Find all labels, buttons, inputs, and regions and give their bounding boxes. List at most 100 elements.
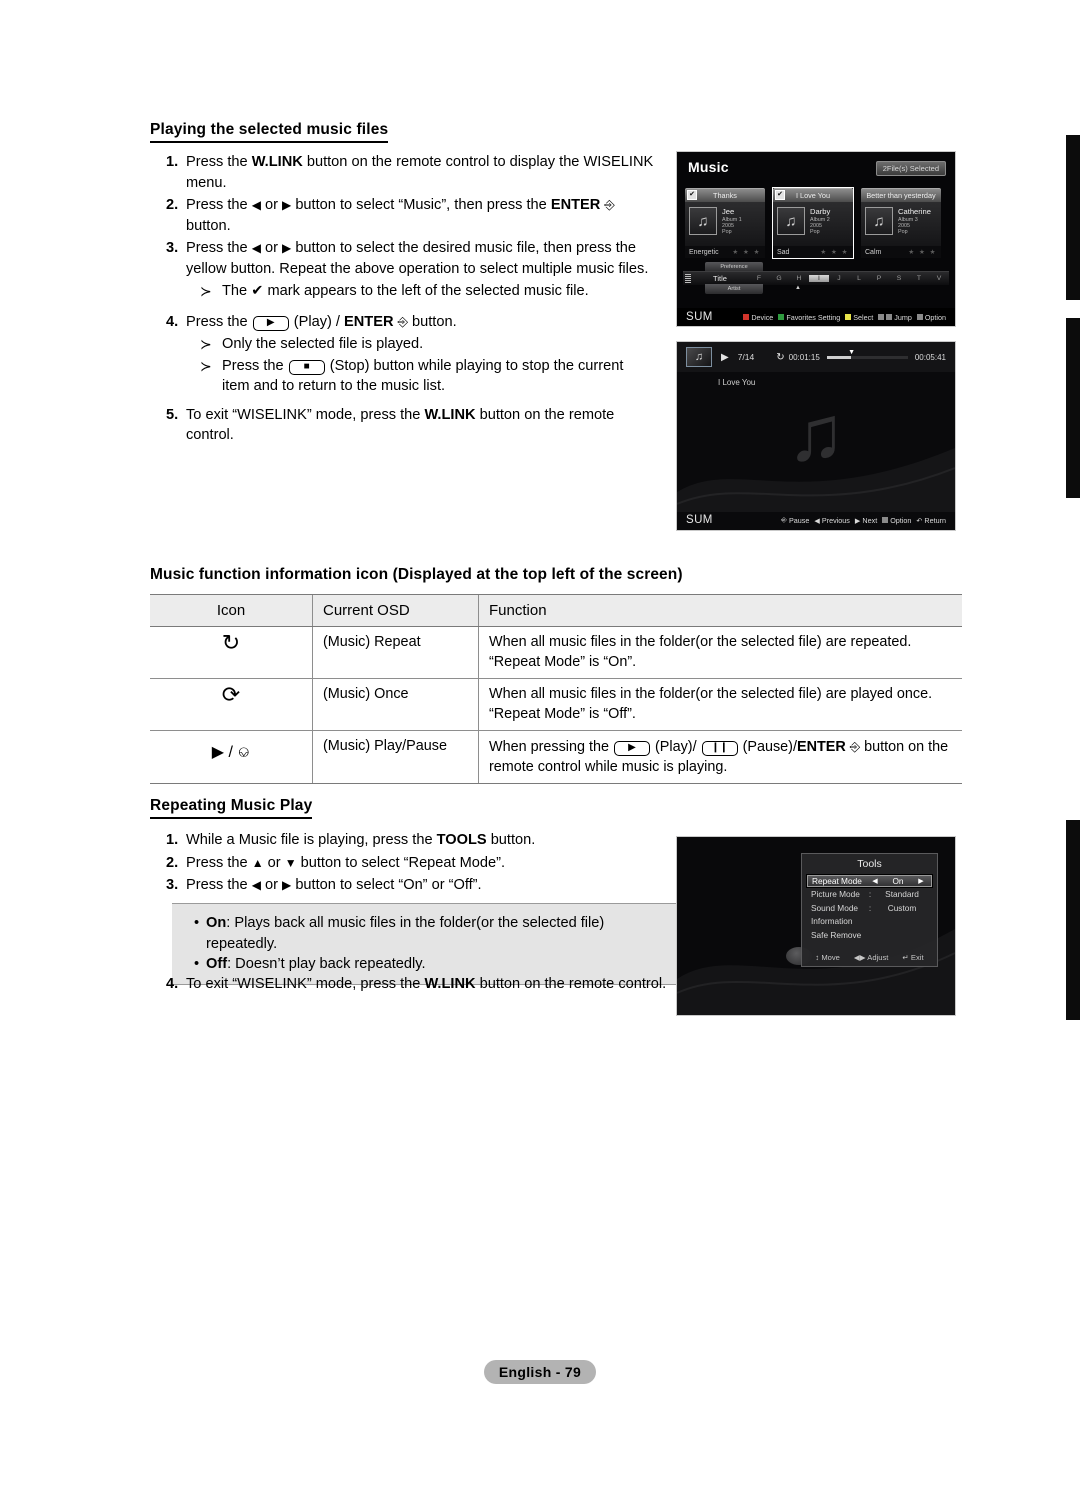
hint-jump[interactable]: Jump bbox=[878, 313, 912, 322]
letter-item[interactable]: S bbox=[889, 275, 909, 282]
tab-artist[interactable]: Artist bbox=[705, 284, 763, 294]
letter-item[interactable]: G bbox=[769, 275, 789, 282]
hint-exit[interactable]: ↵ Exit bbox=[902, 953, 923, 962]
music-card-title: Thanks bbox=[685, 188, 765, 202]
tools-row-picture-mode[interactable]: Picture Mode : Standard bbox=[806, 888, 933, 902]
leftright-arrow-icon: ◀▶ bbox=[853, 952, 866, 962]
hint-select[interactable]: Select bbox=[845, 313, 873, 322]
step-item: 3. Press the ◀ or ▶ button to select the… bbox=[150, 238, 655, 279]
up-caret-icon: ▲ bbox=[795, 285, 801, 291]
checkbox-icon[interactable]: ✔ bbox=[775, 189, 785, 200]
sort-letter-strip[interactable]: Title F G H I J L P S T V bbox=[683, 271, 949, 285]
music-list-screen: Music 2File(s) Selected ✔ Thanks ♫ Jee A… bbox=[677, 152, 955, 326]
device-label: SUM bbox=[686, 514, 713, 526]
music-card[interactable]: Better than yesterday ♫ Catherine Album … bbox=[861, 188, 941, 258]
hint-adjust[interactable]: ◀▶ Adjust bbox=[854, 953, 889, 962]
player-bottom-bar: SUM ⎆ Pause ◀ Previous ▶ Next Option ↶ Retur… bbox=[677, 510, 955, 530]
music-player-screen: ♫ ▶ 7/14 ↻ 00:01:15 ▼ 00:05:41 I Love Yo… bbox=[677, 342, 955, 530]
music-card-body: ♫ Darby Album 2 2005 Pop bbox=[773, 202, 853, 246]
exit-icon: ↵ bbox=[902, 952, 909, 962]
progress-bar[interactable]: ▼ bbox=[826, 349, 908, 359]
step-number: 2. bbox=[166, 197, 179, 213]
hint-favorites[interactable]: Favorites Setting bbox=[778, 313, 840, 322]
elapsed-time: 00:01:15 bbox=[788, 352, 820, 362]
music-card-grid: ✔ Thanks ♫ Jee Album 1 2005 Pop Energeti… bbox=[685, 187, 941, 259]
tools-row-sound-mode[interactable]: Sound Mode : Custom bbox=[806, 901, 933, 915]
red-key-icon bbox=[743, 314, 750, 320]
play-key-icon: ▶ bbox=[614, 741, 650, 756]
hint-next[interactable]: ▶ Next bbox=[855, 516, 877, 525]
steps-repeating-music-play: 1. While a Music file is playing, press … bbox=[150, 830, 680, 898]
left-arrow-icon[interactable]: ◀ bbox=[869, 877, 881, 885]
right-arrow-icon[interactable]: ▶ bbox=[915, 877, 927, 885]
letter-item[interactable]: V bbox=[929, 275, 949, 282]
hint-return[interactable]: ↶ Return bbox=[916, 516, 946, 525]
hint-label: Jump bbox=[894, 312, 912, 322]
large-music-note-icon: ♫ bbox=[786, 389, 846, 477]
track-index: 7/14 bbox=[737, 352, 755, 362]
music-card-body: ♫ Jee Album 1 2005 Pop bbox=[685, 202, 765, 246]
letter-item[interactable]: J bbox=[829, 275, 849, 282]
step-item: 1. Press the W.LINK button on the remote… bbox=[150, 152, 655, 193]
music-card-title: I Love You bbox=[773, 188, 853, 202]
enter-icon: ⎆ bbox=[849, 739, 861, 754]
page-number-badge: English - 79 bbox=[484, 1360, 596, 1384]
repeat-loop-icon: ↻ bbox=[150, 626, 313, 679]
tools-row-safe-remove[interactable]: Safe Remove bbox=[806, 928, 933, 942]
letter-item[interactable]: F bbox=[749, 275, 769, 282]
step-text-b: button to select “Repeat Mode”. bbox=[296, 854, 506, 871]
step-bold-tools: TOOLS bbox=[436, 832, 487, 848]
hint-device[interactable]: Device bbox=[743, 313, 773, 322]
function-description: When all music files in the folder(or th… bbox=[478, 678, 962, 731]
music-function-table: Icon Current OSD Function ↻ (Music) Repe… bbox=[150, 594, 962, 784]
hint-option[interactable]: Option bbox=[882, 516, 911, 525]
tools-menu-screen: Tools Repeat Mode ◀ On ▶ Picture Mode : … bbox=[677, 837, 955, 1015]
step-text: Press the ◀ or ▶ button to select “Music… bbox=[186, 195, 655, 236]
music-card-genre: Pop bbox=[722, 229, 732, 236]
letter-item-active[interactable]: I bbox=[809, 275, 829, 282]
table-row: ↻ (Music) Repeat When all music files in… bbox=[150, 626, 962, 679]
section-repeating-music-play: Repeating Music Play bbox=[150, 797, 313, 819]
note-bold-on: On bbox=[206, 915, 227, 931]
tools-row-information[interactable]: Information bbox=[806, 915, 933, 929]
letter-item[interactable]: H bbox=[789, 275, 809, 282]
letter-item[interactable]: P bbox=[869, 275, 889, 282]
note-text: Off: Doesn’t play back repeatedly. bbox=[206, 954, 426, 975]
step-text: Press the ◀ or ▶ button to select “On” o… bbox=[186, 875, 680, 896]
bullet-marker-icon: ≻ bbox=[200, 336, 212, 352]
hint-label: Device bbox=[751, 312, 774, 322]
note-text-off: : Doesn’t play back repeatedly. bbox=[227, 956, 426, 972]
hint-option[interactable]: Option bbox=[916, 313, 946, 322]
music-card-footer: Calm ★ ★ ★ bbox=[861, 246, 941, 258]
letter-list[interactable]: F G H I J L P S T V bbox=[749, 275, 949, 282]
hint-previous[interactable]: ◀ Previous bbox=[814, 516, 850, 525]
hint-label: Return bbox=[924, 515, 946, 525]
step-text-mid: or bbox=[263, 854, 285, 871]
hint-label: Previous bbox=[821, 515, 850, 525]
tools-option-list: Repeat Mode ◀ On ▶ Picture Mode : Standa… bbox=[806, 874, 933, 942]
hint-label: Option bbox=[890, 515, 912, 525]
step-number: 1. bbox=[166, 154, 179, 170]
play-key-icon: ▶ bbox=[252, 315, 289, 331]
music-card-selected[interactable]: ✔ I Love You ♫ Darby Album 2 2005 Pop Sa… bbox=[772, 187, 854, 259]
music-card-mood: Calm bbox=[865, 248, 882, 256]
step-text-a: To exit “WISELINK” mode, press the bbox=[186, 406, 425, 423]
music-card-mood: Sad bbox=[777, 248, 790, 256]
music-card[interactable]: ✔ Thanks ♫ Jee Album 1 2005 Pop Energeti… bbox=[685, 188, 765, 258]
function-bold-enter: ENTER bbox=[796, 739, 846, 755]
music-card-artist: Jee bbox=[722, 207, 735, 216]
step-number: 2. bbox=[166, 854, 179, 871]
colon-separator: : bbox=[868, 889, 872, 900]
progress-knob-icon[interactable]: ▼ bbox=[848, 349, 855, 356]
pause-key-icon: ❙❙ bbox=[701, 741, 738, 756]
hint-label: Next bbox=[862, 515, 878, 525]
hint-move[interactable]: ↕ Move bbox=[815, 953, 840, 962]
hint-pause[interactable]: ⎆ Pause bbox=[781, 515, 809, 525]
bullet-marker-icon: ≻ bbox=[200, 283, 212, 299]
music-card-mood: Energetic bbox=[689, 248, 719, 256]
checkbox-icon[interactable]: ✔ bbox=[687, 189, 697, 200]
step-bold-enter: ENTER bbox=[550, 197, 601, 213]
tools-row-repeat-mode[interactable]: Repeat Mode ◀ On ▶ bbox=[806, 874, 933, 888]
letter-item[interactable]: T bbox=[909, 275, 929, 282]
letter-item[interactable]: L bbox=[849, 275, 869, 282]
